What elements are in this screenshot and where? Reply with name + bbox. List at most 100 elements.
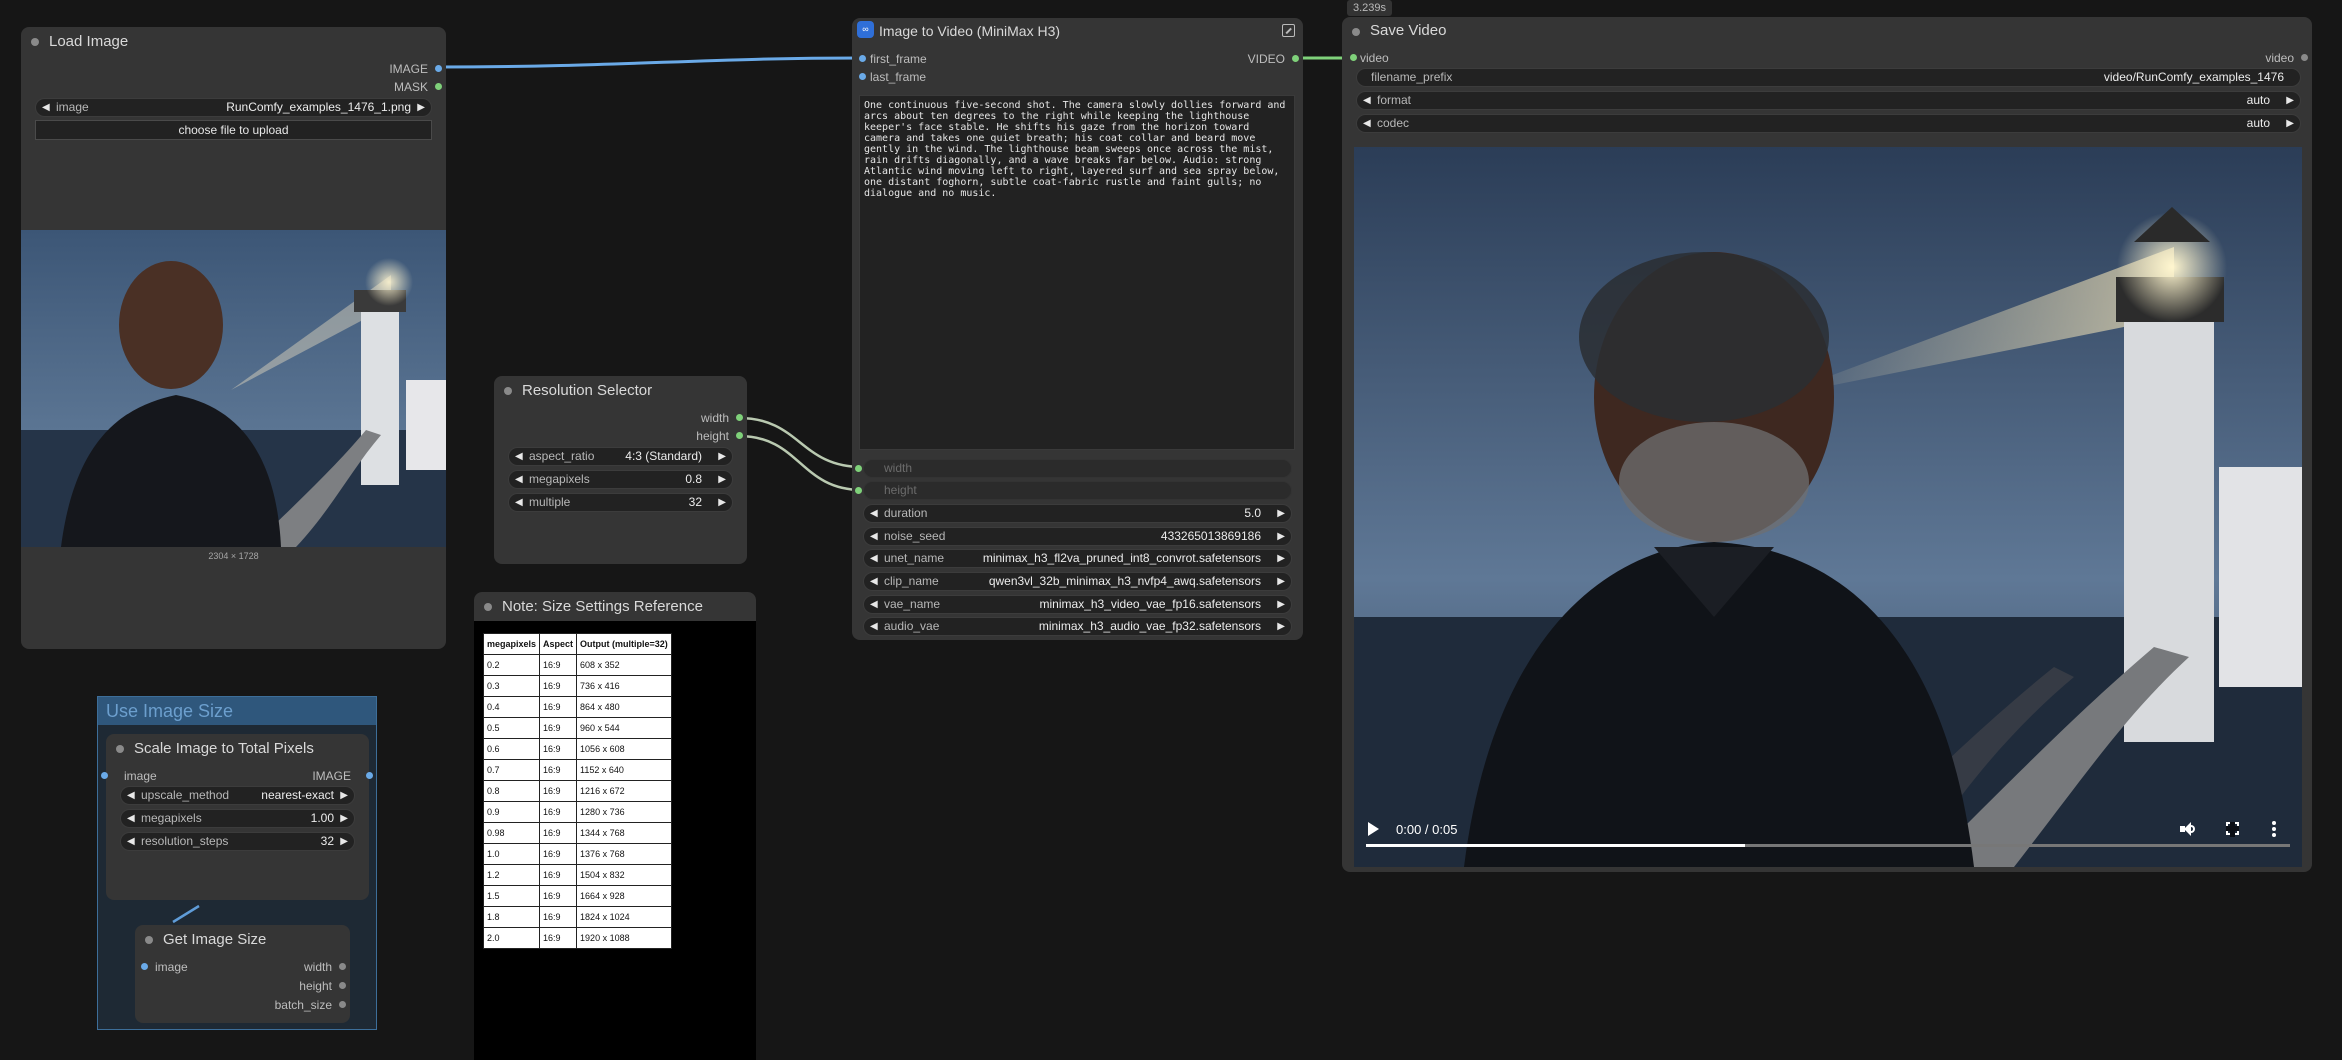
arrow-left-icon[interactable]: ◀ (127, 833, 135, 850)
arrow-left-icon[interactable]: ◀ (1363, 92, 1371, 109)
arrow-right-icon[interactable]: ▶ (1277, 550, 1285, 567)
cell-output: 864 x 480 (576, 696, 672, 718)
note-title[interactable]: Note: Size Settings Reference (474, 592, 756, 621)
arrow-right-icon[interactable]: ▶ (1277, 573, 1285, 590)
cell-aspect: 16:9 (539, 717, 578, 739)
arrow-left-icon[interactable]: ◀ (870, 573, 878, 590)
arrow-right-icon[interactable]: ▶ (718, 494, 726, 511)
arrow-right-icon[interactable]: ▶ (718, 471, 726, 488)
output-video-label: VIDEO (1247, 52, 1285, 66)
expand-icon[interactable] (1282, 24, 1295, 37)
group-title[interactable]: Use Image Size (98, 697, 376, 725)
arrow-right-icon[interactable]: ▶ (417, 99, 425, 116)
duration-number[interactable]: ◀ duration 5.0 ▶ (863, 504, 1292, 523)
megapixels-number[interactable]: ◀ megapixels 1.00 ▶ (120, 809, 355, 828)
image-combo[interactable]: ◀ image RunComfy_examples_1476_1.png ▶ (35, 98, 432, 117)
audio-vae-combo[interactable]: ◀ audio_vae minimax_h3_audio_vae_fp32.sa… (863, 617, 1292, 636)
output-batch-size-dot[interactable] (339, 1001, 346, 1008)
height-input-widget[interactable]: height (863, 481, 1292, 500)
scale-image-title[interactable]: Scale Image to Total Pixels (106, 734, 369, 764)
more-options-icon[interactable] (2272, 821, 2276, 837)
note-node[interactable]: Note: Size Settings Reference megapixels… (474, 592, 756, 1060)
arrow-right-icon[interactable]: ▶ (1277, 618, 1285, 635)
format-combo[interactable]: ◀ format auto ▶ (1356, 91, 2301, 110)
noise-seed-number[interactable]: ◀ noise_seed 433265013869186 ▶ (863, 527, 1292, 546)
upload-button[interactable]: choose file to upload (35, 120, 432, 140)
resolution-selector-node[interactable]: Resolution Selector width height ◀ aspec… (494, 376, 747, 564)
arrow-right-icon[interactable]: ▶ (340, 810, 348, 827)
input-video-dot[interactable] (1350, 54, 1357, 61)
cell-megapixels: 0.4 (482, 696, 541, 718)
volume-icon[interactable] (2180, 822, 2196, 836)
input-image-dot[interactable] (101, 772, 108, 779)
arrow-left-icon[interactable]: ◀ (515, 448, 523, 465)
output-height-dot[interactable] (736, 432, 743, 439)
resolution-selector-title[interactable]: Resolution Selector (494, 376, 747, 406)
use-image-size-group[interactable]: Use Image Size Scale Image to Total Pixe… (97, 696, 377, 1030)
output-height-dot[interactable] (339, 982, 346, 989)
arrow-left-icon[interactable]: ◀ (1363, 115, 1371, 132)
vae-name-combo[interactable]: ◀ vae_name minimax_h3_video_vae_fp16.saf… (863, 595, 1292, 614)
output-image-dot[interactable] (435, 65, 442, 72)
load-image-node[interactable]: Load Image IMAGE MASK ◀ image RunComfy_e… (21, 27, 446, 649)
arrow-right-icon[interactable]: ▶ (1277, 528, 1285, 545)
arrow-left-icon[interactable]: ◀ (870, 505, 878, 522)
multiple-number[interactable]: ◀ multiple 32 ▶ (508, 493, 733, 512)
arrow-right-icon[interactable]: ▶ (2286, 92, 2294, 109)
arrow-left-icon[interactable]: ◀ (870, 596, 878, 613)
arrow-left-icon[interactable]: ◀ (127, 787, 135, 804)
upscale-method-combo[interactable]: ◀ upscale_method nearest-exact ▶ (120, 786, 355, 805)
get-image-size-title[interactable]: Get Image Size (135, 925, 350, 955)
video-player[interactable]: 0:00 / 0:05 (1354, 147, 2302, 867)
input-width-dot[interactable] (855, 465, 862, 472)
input-first-frame-dot[interactable] (859, 55, 866, 62)
input-height-dot[interactable] (855, 487, 862, 494)
output-image-dot[interactable] (366, 772, 373, 779)
input-image-label: image (124, 769, 157, 783)
prompt-textarea[interactable]: One continuous five-second shot. The cam… (859, 95, 1295, 450)
input-last-frame-dot[interactable] (859, 73, 866, 80)
arrow-right-icon[interactable]: ▶ (1277, 505, 1285, 522)
arrow-left-icon[interactable]: ◀ (515, 471, 523, 488)
image-to-video-title[interactable]: Image to Video (MiniMax H3) (852, 18, 1303, 44)
arrow-left-icon[interactable]: ◀ (870, 618, 878, 635)
load-image-title[interactable]: Load Image (21, 27, 446, 57)
unet-name-combo[interactable]: ◀ unet_name minimax_h3_fl2va_pruned_int8… (863, 549, 1292, 568)
get-image-size-node[interactable]: Get Image Size image width height batch_… (135, 925, 350, 1023)
arrow-left-icon[interactable]: ◀ (42, 99, 50, 116)
save-video-title[interactable]: Save Video (1342, 17, 2312, 45)
input-image-dot[interactable] (141, 963, 148, 970)
arrow-right-icon[interactable]: ▶ (1277, 596, 1285, 613)
scale-image-node[interactable]: Scale Image to Total Pixels image IMAGE … (101, 734, 373, 900)
save-video-node[interactable]: Save Video video video filename_prefix v… (1342, 17, 2312, 872)
arrow-left-icon[interactable]: ◀ (127, 810, 135, 827)
arrow-right-icon[interactable]: ▶ (340, 833, 348, 850)
filename-prefix-input[interactable]: filename_prefix video/RunComfy_examples_… (1356, 68, 2301, 87)
arrow-left-icon[interactable]: ◀ (870, 528, 878, 545)
video-progress-bar[interactable] (1366, 844, 2290, 847)
image-to-video-node[interactable]: ∞ Image to Video (MiniMax H3) first_fram… (852, 18, 1303, 640)
arrow-right-icon[interactable]: ▶ (718, 448, 726, 465)
table-row: 0.5 16:9 960 x 544 (482, 717, 672, 739)
play-button[interactable] (1368, 822, 1379, 836)
resolution-steps-number[interactable]: ◀ resolution_steps 32 ▶ (120, 832, 355, 851)
clip-name-combo[interactable]: ◀ clip_name qwen3vl_32b_minimax_h3_nvfp4… (863, 572, 1292, 591)
cell-aspect: 16:9 (539, 927, 578, 949)
cell-megapixels: 0.5 (482, 717, 541, 739)
cell-megapixels: 0.3 (482, 675, 541, 697)
output-width-dot[interactable] (339, 963, 346, 970)
megapixels-number[interactable]: ◀ megapixels 0.8 ▶ (508, 470, 733, 489)
arrow-right-icon[interactable]: ▶ (2286, 115, 2294, 132)
output-video-dot[interactable] (1292, 55, 1299, 62)
output-video-dot[interactable] (2301, 54, 2308, 61)
output-mask-dot[interactable] (435, 83, 442, 90)
output-width-dot[interactable] (736, 414, 743, 421)
aspect-ratio-combo[interactable]: ◀ aspect_ratio 4:3 (Standard) ▶ (508, 447, 733, 466)
arrow-left-icon[interactable]: ◀ (870, 550, 878, 567)
arrow-left-icon[interactable]: ◀ (515, 494, 523, 511)
arrow-right-icon[interactable]: ▶ (340, 787, 348, 804)
fullscreen-icon[interactable] (2226, 822, 2239, 837)
cell-aspect: 16:9 (539, 843, 578, 865)
width-input-widget[interactable]: width (863, 459, 1292, 478)
codec-combo[interactable]: ◀ codec auto ▶ (1356, 114, 2301, 133)
